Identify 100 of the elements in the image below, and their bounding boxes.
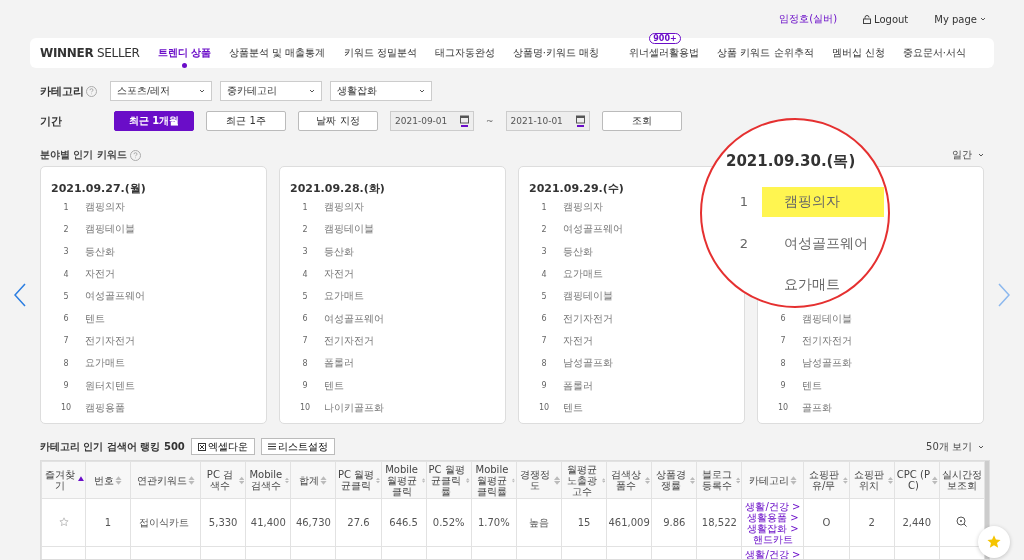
keyword-link[interactable]: 자전거 bbox=[320, 267, 354, 282]
category-select[interactable]: 스포츠/레저 bbox=[110, 81, 212, 101]
keyword-link[interactable]: 등산화 bbox=[320, 244, 354, 259]
keyword-link[interactable]: 여성골프웨어 bbox=[320, 311, 384, 326]
calendar-icon[interactable] bbox=[575, 115, 585, 127]
column-header[interactable]: PC 월평균클릭률 bbox=[426, 461, 472, 499]
category-link[interactable]: 생활/건강 > bbox=[743, 501, 803, 512]
column-header[interactable]: 경쟁정도 bbox=[516, 461, 562, 499]
period-button[interactable]: 날짜 지정 bbox=[298, 111, 378, 131]
column-header[interactable]: 연관키워드 bbox=[130, 461, 201, 499]
keyword-link[interactable]: 전기자전거 bbox=[320, 333, 374, 348]
nav-tab[interactable]: 태그자동완성 bbox=[434, 46, 495, 60]
column-header[interactable]: 블로그등록수 bbox=[696, 461, 742, 499]
keyword-link[interactable]: 캠핑용품 bbox=[81, 400, 125, 415]
section-title: 분야별 인기 키워드 bbox=[40, 148, 127, 162]
keyword-link[interactable]: 캠핑테이블 bbox=[559, 289, 613, 304]
column-header[interactable]: Mobile 월평균클릭률 bbox=[471, 461, 517, 499]
keyword-link[interactable]: 전기자전거 bbox=[559, 311, 613, 326]
period-button[interactable]: 최근 1개월 bbox=[114, 111, 194, 131]
keyword-link[interactable]: 접이식카트 bbox=[139, 516, 190, 528]
rank-number: 9 bbox=[62, 381, 70, 391]
keyword-link[interactable]: 텐트 bbox=[81, 311, 105, 326]
nav-tab[interactable]: 키워드 정밀분석 bbox=[343, 46, 417, 60]
page-size-select[interactable]: 50개 보기 bbox=[926, 439, 984, 454]
category-select[interactable]: 생활잡화 bbox=[330, 81, 432, 101]
keyword-link[interactable]: 자전거 bbox=[81, 267, 115, 282]
keyword-link[interactable]: 캠핑의자 bbox=[559, 200, 603, 215]
rank-number: 9 bbox=[540, 381, 548, 391]
column-header[interactable]: 월평균노출광고수 bbox=[561, 461, 607, 499]
keyword-link[interactable]: 등산화 bbox=[81, 244, 115, 259]
column-header[interactable]: 즐겨찾기 bbox=[41, 461, 86, 499]
excel-button[interactable]: 엑셀다운 bbox=[190, 438, 255, 455]
column-header[interactable]: PC 검색수 bbox=[200, 461, 246, 499]
list-settings-button[interactable]: 리스트설정 bbox=[260, 438, 335, 455]
keyword-link[interactable]: 텐트 bbox=[798, 378, 822, 393]
keyword-link[interactable]: 요가매트 bbox=[320, 289, 364, 304]
keyword-link[interactable]: 나이키골프화 bbox=[320, 400, 384, 415]
keyword-link[interactable]: 폼롤러 bbox=[320, 356, 354, 371]
zoom-in-icon[interactable] bbox=[956, 516, 968, 527]
date-field[interactable]: 2021-10-01 bbox=[505, 111, 590, 131]
category-link[interactable]: 핸드카트 bbox=[743, 534, 803, 545]
table-cell: 461,009 bbox=[608, 517, 650, 528]
keyword-link[interactable]: 남성골프화 bbox=[798, 356, 852, 371]
logo[interactable]: WINNER SELLER bbox=[40, 46, 140, 60]
column-header[interactable]: 쇼핑판유/무 bbox=[803, 461, 850, 499]
table-title: 카테고리 인기 검색어 랭킹 500 bbox=[40, 439, 185, 454]
nav-tab[interactable]: 트렌디 상품 bbox=[157, 38, 212, 68]
column-header[interactable]: 상품경쟁률 bbox=[651, 461, 697, 499]
column-header[interactable]: 카테고리 bbox=[741, 461, 804, 499]
nav-tab[interactable]: 상품분석 및 매출통계 bbox=[229, 46, 326, 60]
keyword-link[interactable]: 캠핑의자 bbox=[81, 200, 125, 215]
keyword-link[interactable]: 여성골프웨어 bbox=[559, 222, 623, 237]
period-button[interactable]: 최근 1주 bbox=[206, 111, 286, 131]
search-button[interactable]: 조회 bbox=[601, 111, 682, 131]
column-header[interactable]: PC 월평균클릭 bbox=[335, 461, 382, 499]
nav-tab[interactable]: 상품명·키워드 매칭 bbox=[512, 46, 600, 60]
category-select[interactable]: 중카테고리 bbox=[220, 81, 322, 101]
table-cell: 2,440 bbox=[902, 517, 931, 528]
period-select[interactable]: 일간 bbox=[952, 148, 984, 162]
keyword-link[interactable]: 텐트 bbox=[559, 400, 583, 415]
favorites-button[interactable] bbox=[978, 526, 1010, 558]
keyword-link[interactable]: 텐트 bbox=[320, 378, 344, 393]
rank-number: 5 bbox=[62, 291, 70, 301]
nav-link[interactable]: 멤버십 신청 bbox=[831, 46, 885, 60]
keyword-link[interactable]: 요가매트 bbox=[81, 356, 125, 371]
column-header[interactable]: 합계 bbox=[290, 461, 336, 499]
keyword-link[interactable]: 자전거 bbox=[559, 333, 593, 348]
keyword-link[interactable]: 요가매트 bbox=[559, 267, 603, 282]
keyword-link[interactable]: 여성골프웨어 bbox=[81, 289, 145, 304]
column-header[interactable]: CPC (PC) bbox=[894, 461, 940, 499]
keyword-link[interactable]: 폼롤러 bbox=[559, 378, 593, 393]
column-header[interactable]: 번호 bbox=[85, 461, 131, 499]
column-header[interactable]: 실시간정보조회 bbox=[939, 461, 985, 499]
category-link[interactable]: 생활잡화 > bbox=[743, 523, 803, 534]
column-header[interactable]: 검색상품수 bbox=[606, 461, 652, 499]
keyword-link[interactable]: 골프화 bbox=[798, 400, 832, 415]
keyword-link[interactable]: 캠핑테이블 bbox=[798, 311, 852, 326]
logout-link[interactable]: Logout bbox=[863, 13, 909, 25]
keyword-link[interactable]: 원터치텐트 bbox=[81, 378, 135, 393]
keyword-link[interactable]: 전기자전거 bbox=[81, 333, 135, 348]
column-header[interactable]: Mobile 월평균클릭 bbox=[381, 461, 427, 499]
keyword-link[interactable]: 캠핑테이블 bbox=[320, 222, 374, 237]
calendar-icon[interactable] bbox=[460, 115, 469, 127]
my-page-link[interactable]: My page bbox=[934, 13, 986, 25]
keyword-link[interactable]: 캠핑의자 bbox=[320, 200, 364, 215]
keyword-link[interactable]: 남성골프화 bbox=[559, 356, 613, 371]
column-header[interactable]: 쇼핑판위치 bbox=[849, 461, 895, 499]
rank-number: 4 bbox=[62, 269, 70, 279]
nav-link[interactable]: 중요문서·서식 bbox=[902, 46, 966, 60]
keyword-link[interactable]: 캠핑테이블 bbox=[81, 222, 135, 237]
date-field[interactable]: 2021-09-01 bbox=[390, 111, 474, 131]
card-date: 2021.09.28.(화) bbox=[290, 181, 386, 197]
user-link[interactable]: 임정호(실버) bbox=[779, 12, 838, 26]
nav-link[interactable]: 위너셀러활용법 bbox=[629, 46, 700, 60]
column-header[interactable]: Mobile 검색수 bbox=[245, 461, 291, 499]
category-link[interactable]: 생활용품 > bbox=[743, 512, 803, 523]
keyword-link[interactable]: 전기자전거 bbox=[798, 333, 852, 348]
star-icon[interactable] bbox=[58, 516, 69, 527]
keyword-link[interactable]: 등산화 bbox=[559, 244, 593, 259]
nav-link[interactable]: 상품 키워드 순위추적 bbox=[717, 46, 814, 60]
